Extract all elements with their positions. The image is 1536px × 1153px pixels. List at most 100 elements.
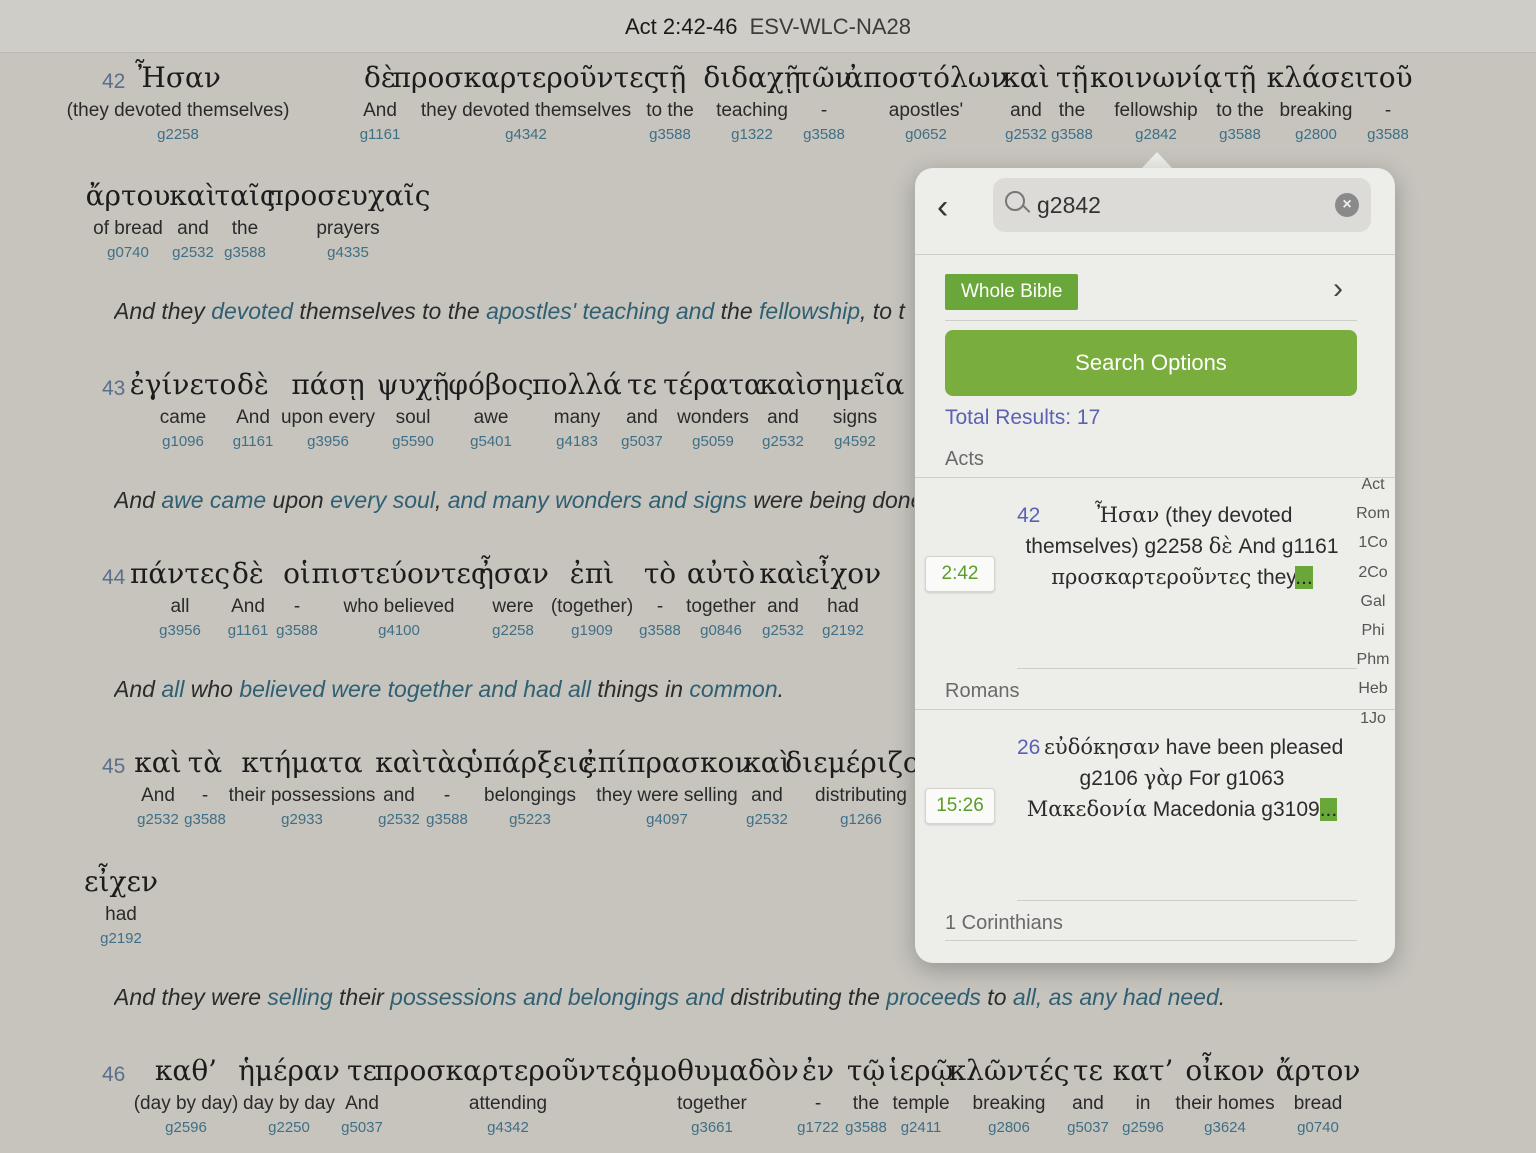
strongs-number[interactable]: g4342 <box>375 1119 642 1137</box>
strongs-number[interactable]: g4097 <box>583 811 752 829</box>
verse-number[interactable]: 46 <box>102 1063 125 1087</box>
greek-word[interactable]: προσκαρτεροῦντες <box>375 1053 642 1089</box>
strongs-number[interactable]: g3624 <box>1175 1119 1274 1137</box>
strongs-number[interactable]: g2806 <box>949 1119 1070 1137</box>
interlinear-word[interactable]: τὸ - g3588 <box>639 556 681 640</box>
interlinear-word[interactable]: ἄρτου of bread g0740 <box>86 178 171 262</box>
interlinear-word[interactable]: τῇ to the g3588 <box>646 60 694 144</box>
interlinear-word[interactable]: τῶν - g3588 <box>796 60 851 144</box>
translation-segment[interactable]: awe came <box>161 487 266 513</box>
translation-segment[interactable]: and many wonders and signs <box>448 487 747 513</box>
interlinear-word[interactable]: καὶ and g2532 <box>375 745 422 829</box>
translation-segment[interactable]: all <box>161 676 184 702</box>
book-index-item[interactable]: Phi <box>1351 616 1395 645</box>
greek-word[interactable]: σημεῖα <box>806 367 904 403</box>
scope-badge[interactable]: Whole Bible <box>945 274 1079 310</box>
strongs-number[interactable]: g2532 <box>743 811 790 829</box>
search-field[interactable]: g2842 × <box>993 178 1371 232</box>
greek-word[interactable]: καὶ <box>134 745 181 781</box>
translation-segment[interactable]: proceeds <box>886 984 981 1010</box>
strongs-number[interactable]: g1722 <box>797 1119 839 1137</box>
greek-word[interactable]: καὶ <box>759 556 806 592</box>
greek-word[interactable]: ἱερῷ <box>889 1053 954 1089</box>
greek-word[interactable]: προσευχαῖς <box>266 178 431 214</box>
strongs-number[interactable]: g2800 <box>1267 126 1366 144</box>
greek-word[interactable]: τὰς <box>422 745 472 781</box>
greek-word[interactable]: καὶ <box>743 745 790 781</box>
interlinear-word[interactable]: τοῦ - g3588 <box>1363 60 1412 144</box>
greek-word[interactable]: ἦσαν <box>477 556 549 592</box>
strongs-number[interactable]: g2933 <box>229 811 376 829</box>
translation-segment[interactable]: selling <box>267 984 332 1010</box>
greek-word[interactable]: ἐπὶ <box>551 556 633 592</box>
strongs-number[interactable]: g3956 <box>281 433 375 451</box>
strongs-number[interactable]: g3588 <box>1051 126 1093 144</box>
greek-word[interactable]: ὑπάρξεις <box>466 745 593 781</box>
strongs-number[interactable]: g3588 <box>796 126 851 144</box>
verse-number[interactable]: 44 <box>102 566 125 590</box>
greek-word[interactable]: κλάσει <box>1267 60 1366 96</box>
strongs-number[interactable]: g5590 <box>377 433 450 451</box>
interlinear-word[interactable]: εἶχον had g2192 <box>805 556 881 640</box>
interlinear-word[interactable]: καὶ And g2532 <box>134 745 181 829</box>
strongs-number[interactable]: g0740 <box>1276 1119 1361 1137</box>
result-reference-badge[interactable]: 2:42 <box>925 556 995 592</box>
strongs-number[interactable]: g1322 <box>703 126 800 144</box>
book-index-item[interactable]: Phm <box>1351 645 1395 674</box>
greek-word[interactable]: ἄρτου <box>86 178 171 214</box>
greek-word[interactable]: τῇ <box>646 60 694 96</box>
greek-word[interactable]: τῶν <box>796 60 851 96</box>
verse-number[interactable]: 45 <box>102 755 125 779</box>
strongs-number[interactable]: g5401 <box>448 433 533 451</box>
interlinear-word[interactable]: ἱερῷ temple g2411 <box>889 1053 954 1137</box>
clear-icon[interactable]: × <box>1335 193 1359 217</box>
strongs-number[interactable]: g5059 <box>663 433 763 451</box>
greek-word[interactable]: ἐπίπρασκον <box>583 745 752 781</box>
greek-word[interactable]: αὐτὸ <box>686 556 756 592</box>
translation-segment[interactable]: fellowship <box>759 298 860 324</box>
interlinear-word[interactable]: τὰς - g3588 <box>422 745 472 829</box>
translation-segment[interactable]: common <box>689 676 777 702</box>
greek-word[interactable]: καὶ <box>1002 60 1049 96</box>
interlinear-word[interactable]: κοινωνίᾳ fellowship g2842 <box>1090 60 1222 144</box>
chevron-right-icon[interactable]: › <box>1333 272 1343 306</box>
interlinear-word[interactable]: ὁμοθυμαδὸν together g3661 <box>625 1053 799 1137</box>
greek-word[interactable]: ἐγίνετο <box>130 367 237 403</box>
search-options-button[interactable]: Search Options <box>945 330 1357 396</box>
greek-word[interactable]: ἀποστόλων <box>844 60 1007 96</box>
greek-word[interactable]: πάντες <box>130 556 230 592</box>
interlinear-word[interactable]: ἀποστόλων apostles' g0652 <box>844 60 1007 144</box>
greek-word[interactable]: προσκαρτεροῦντες <box>393 60 660 96</box>
search-result-item[interactable]: 42 Ἦσαν (they devoted themselves) g2258 δ… <box>1017 500 1347 593</box>
interlinear-word[interactable]: καὶ and g2532 <box>169 178 216 262</box>
interlinear-word[interactable]: πάντες all g3956 <box>130 556 230 640</box>
strongs-number[interactable]: g2532 <box>134 811 181 829</box>
strongs-number[interactable]: g1161 <box>233 433 274 451</box>
interlinear-word[interactable]: τέρατα wonders g5059 <box>663 367 763 451</box>
strongs-number[interactable]: g1161 <box>228 622 269 640</box>
greek-word[interactable]: διδαχῇ <box>703 60 800 96</box>
interlinear-word[interactable]: εἶχεν had g2192 <box>84 864 158 948</box>
strongs-number[interactable]: g2532 <box>169 244 216 262</box>
strongs-number[interactable]: g0846 <box>686 622 756 640</box>
result-reference-badge[interactable]: 15:26 <box>925 788 995 824</box>
book-index-item[interactable]: Rom <box>1351 499 1395 528</box>
strongs-number[interactable]: g2532 <box>375 811 422 829</box>
book-index-item[interactable]: 2Co <box>1351 558 1395 587</box>
greek-word[interactable]: τῇ <box>1051 60 1093 96</box>
interlinear-word[interactable]: κλάσει breaking g2800 <box>1267 60 1366 144</box>
greek-word[interactable]: καὶ <box>375 745 422 781</box>
greek-word[interactable]: τέρατα <box>663 367 763 403</box>
interlinear-word[interactable]: προσκαρτεροῦντες attending g4342 <box>375 1053 642 1137</box>
strongs-number[interactable]: g3588 <box>639 622 681 640</box>
interlinear-word[interactable]: ἐπὶ (together) g1909 <box>551 556 633 640</box>
interlinear-word[interactable]: φόβος awe g5401 <box>448 367 533 451</box>
strongs-number[interactable]: g2532 <box>759 433 806 451</box>
greek-word[interactable]: πάσῃ <box>281 367 375 403</box>
greek-word[interactable]: τε <box>1067 1053 1109 1089</box>
greek-word[interactable]: ψυχῇ <box>377 367 450 403</box>
interlinear-word[interactable]: διδαχῇ teaching g1322 <box>703 60 800 144</box>
strongs-number[interactable]: g3588 <box>646 126 694 144</box>
strongs-number[interactable]: g3588 <box>1363 126 1412 144</box>
strongs-number[interactable]: g2532 <box>759 622 806 640</box>
